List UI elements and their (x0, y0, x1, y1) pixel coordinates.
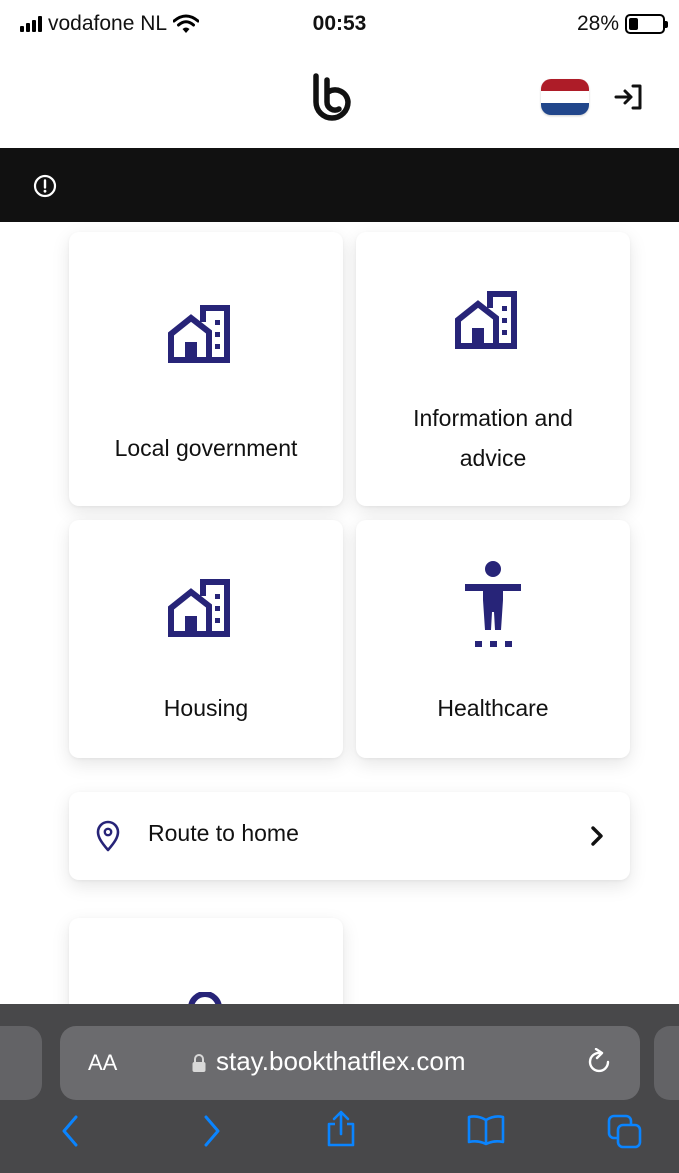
lock-icon (188, 992, 222, 1004)
text-size-button[interactable]: AA (88, 1050, 117, 1076)
url-text[interactable]: stay.bookthatflex.com (216, 1046, 466, 1077)
card-label: Local government (114, 435, 298, 461)
alert-bar[interactable] (0, 148, 679, 222)
address-bar[interactable]: AA stay.bookthatflex.com (60, 1026, 640, 1100)
previous-tab-preview[interactable] (0, 1026, 42, 1100)
status-bar: vodafone NL 00:53 28% (0, 0, 679, 52)
route-label: Route to home (148, 820, 299, 846)
buildings-icon (455, 291, 517, 349)
lock-icon (192, 1054, 206, 1072)
login-icon[interactable] (614, 82, 644, 112)
flag-white-stripe (541, 91, 589, 103)
route-to-home-button[interactable]: Route to home (69, 792, 630, 880)
card-label: Healthcare (437, 695, 549, 721)
card-healthcare[interactable]: Healthcare (356, 520, 630, 758)
browser-toolbar: AA stay.bookthatflex.com (0, 1004, 679, 1173)
card-housing[interactable]: Housing (69, 520, 343, 758)
share-icon[interactable] (325, 1108, 357, 1148)
tabs-icon[interactable] (607, 1114, 643, 1150)
app-header (0, 52, 679, 148)
alert-circle-icon (33, 174, 57, 198)
accessibility-person-icon (465, 561, 521, 647)
bookmarks-icon[interactable] (466, 1114, 506, 1146)
netherlands-flag-icon[interactable] (541, 79, 589, 115)
reload-icon[interactable] (586, 1048, 614, 1078)
card-label: Housing (163, 695, 249, 721)
flag-red-stripe (541, 79, 589, 91)
location-pin-icon (96, 820, 120, 852)
card-partial[interactable] (69, 918, 343, 1004)
forward-icon[interactable] (202, 1114, 222, 1148)
next-tab-preview[interactable] (654, 1026, 679, 1100)
flag-blue-stripe (541, 103, 589, 115)
card-information-and-advice[interactable]: Information and advice (356, 232, 630, 506)
card-local-government[interactable]: Local government (69, 232, 343, 506)
battery-percentage: 28% (576, 12, 619, 35)
buildings-icon (168, 305, 230, 363)
card-label: Information and advice (413, 405, 573, 471)
chevron-right-icon (591, 826, 603, 846)
status-bar-right: 28% (576, 12, 668, 36)
back-icon[interactable] (60, 1114, 80, 1148)
buildings-icon (168, 579, 230, 637)
main-content: Local government Information and advice … (0, 222, 679, 1004)
battery-icon (625, 14, 668, 34)
bookthatflex-logo-icon[interactable] (310, 72, 368, 130)
